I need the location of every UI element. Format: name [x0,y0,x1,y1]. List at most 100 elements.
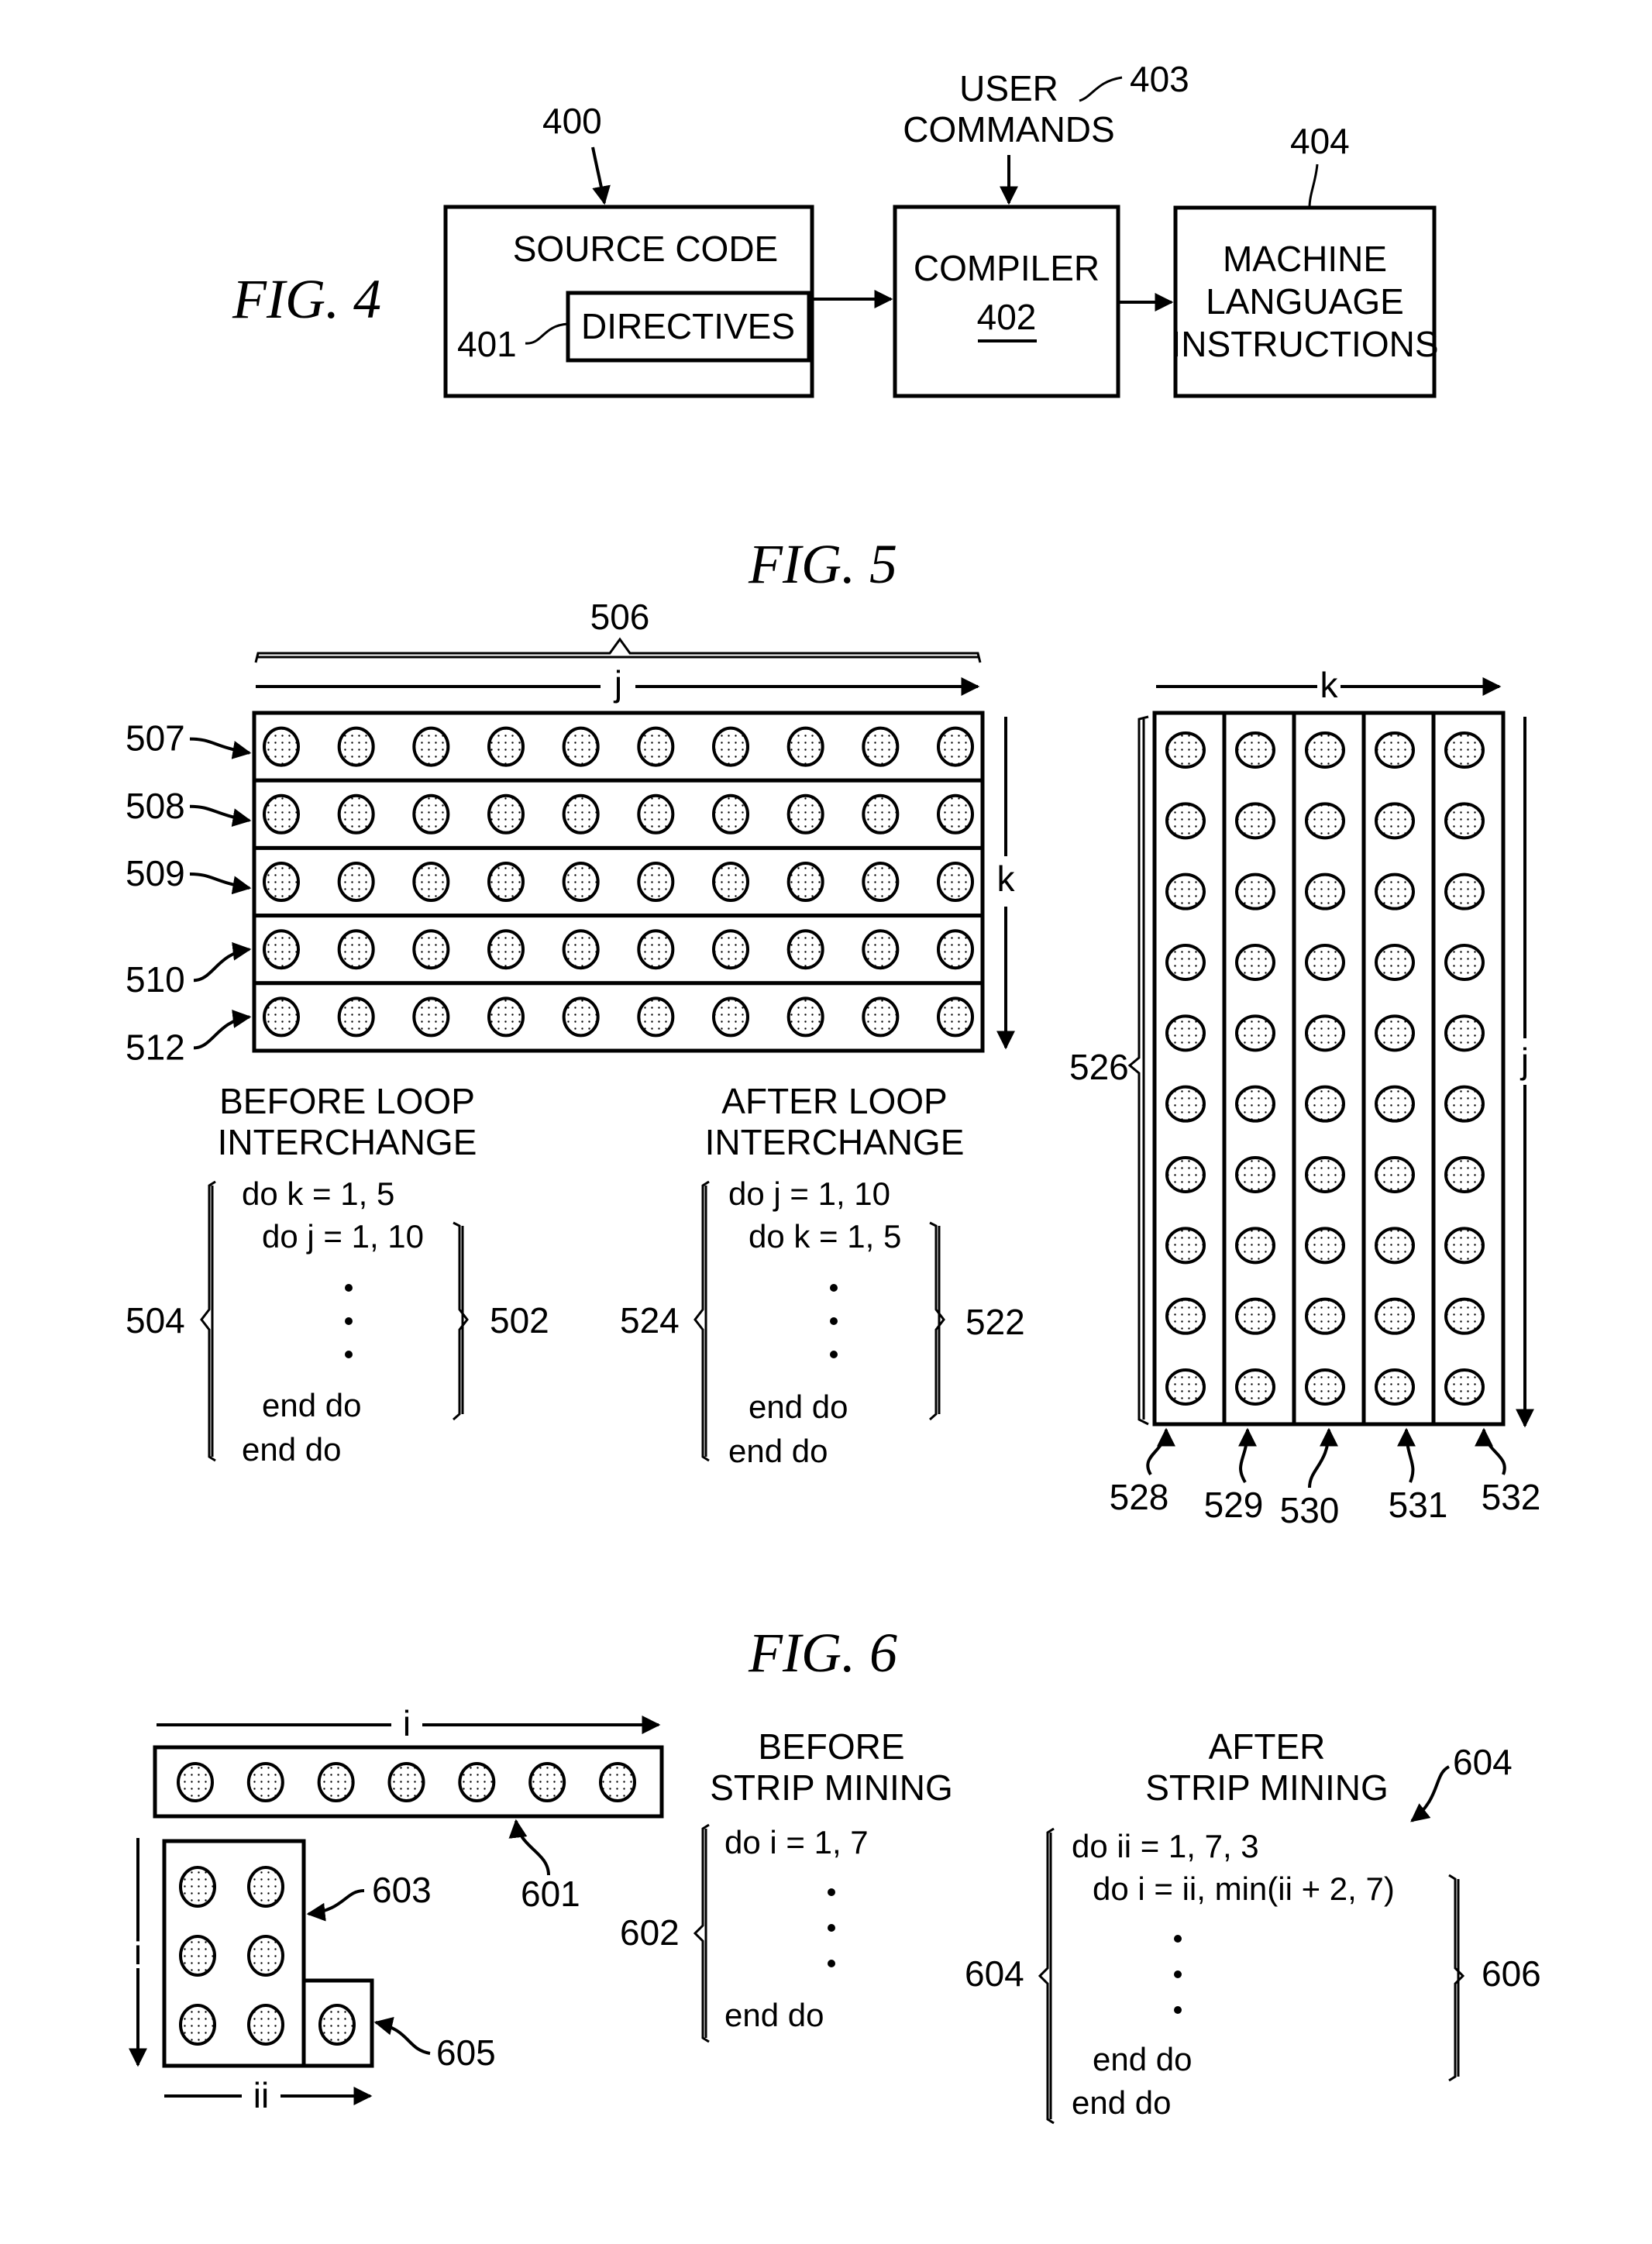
array-element [318,2004,356,2046]
array-element [1305,1085,1345,1123]
array-element [247,1866,284,1908]
column-ref-leader [1237,1427,1257,1484]
array-element [487,929,525,970]
ref-402: 402 [977,297,1037,337]
ref-606: 606 [1482,1953,1541,1994]
row-ref-label: 510 [126,959,185,1000]
after-strip-heading-1: AFTER [1209,1726,1326,1767]
array-element [458,1762,496,1802]
array-element [177,1762,214,1802]
array-element [562,929,600,970]
array-element [786,996,824,1038]
ellipsis-dot [828,1960,835,1967]
leader-603 [306,1889,365,1922]
row-ref-label: 508 [126,786,185,826]
after-strip-line-1: do ii = 1, 7, 3 [1072,1828,1259,1864]
array-element [1375,1297,1415,1335]
after-strip-line-3: end do [1093,2041,1192,2077]
ref-403: 403 [1130,59,1189,99]
array-element [562,996,600,1038]
ref-522: 522 [965,1302,1025,1342]
after-strip-line-4: end do [1072,2084,1171,2121]
array-element [1375,1227,1415,1265]
ref-506: 506 [590,597,650,637]
after-loop-line-4: end do [728,1433,828,1469]
fig4-title: FIG. 4 [232,268,381,330]
axis-k-right-label: k [1320,665,1339,705]
array-element [786,929,824,970]
array-element [1375,872,1415,910]
ellipsis-dot [345,1351,353,1358]
fig6-title: FIG. 6 [748,1622,897,1684]
ref-604-pointer: 604 [1453,1742,1513,1782]
machine-line1: MACHINE [1223,239,1387,279]
left-grid [252,711,985,1053]
array-element [179,1866,216,1908]
row-ref-leader [189,804,252,828]
row-ref-leader [189,737,252,759]
array-element [337,726,375,767]
before-strip-heading-2: STRIP MINING [710,1767,953,1808]
array-element [1305,944,1345,981]
after-loop-line-1: do j = 1, 10 [728,1175,890,1212]
after-strip-heading-2: STRIP MINING [1145,1767,1389,1808]
array-element [1444,1014,1485,1052]
array-element [1235,731,1275,769]
row-ref-leader [193,941,252,983]
array-element [412,726,450,767]
source-code-label: SOURCE CODE [513,229,778,269]
array-element [862,862,900,902]
after-loop-line-3: end do [749,1389,848,1425]
array-element [562,862,600,902]
array-element [712,996,749,1038]
before-loop-heading-1: BEFORE LOOP [219,1081,475,1121]
array-element [337,996,375,1038]
array-element [263,862,300,902]
array-element [412,996,450,1038]
array-element [937,726,974,767]
array-element [1305,1368,1345,1406]
figure-5: FIG. 5 506 j k 507 508 509 510 512 k j 526 5… [126,533,1540,1530]
before-strip-line-1: do i = 1, 7 [724,1824,869,1860]
after-loop-line-2: do k = 1, 5 [749,1218,901,1255]
array-element [412,929,450,970]
right-grid-col-refs: 528 529 530 531 532 [1110,1427,1540,1530]
fig5-title: FIG. 5 [748,533,897,595]
row-ref-label: 507 [126,718,185,759]
array-element [1375,731,1415,769]
ref-400: 400 [542,101,602,141]
array-element [412,862,450,902]
array-element [337,929,375,970]
ellipsis-dot [345,1317,353,1325]
array-element [862,929,900,970]
array-element [1305,872,1345,910]
ref-401: 401 [457,324,517,364]
array-element [1235,944,1275,981]
ref-526: 526 [1069,1047,1129,1087]
array-element [1165,944,1206,981]
column-ref-leader [1308,1427,1338,1489]
array-element [1444,1297,1485,1335]
machine-line2: LANGUAGE [1206,281,1404,322]
array-element [937,862,974,902]
block-cells [179,1866,356,2046]
array-element [786,726,824,767]
leader-403 [1079,76,1123,102]
array-element [1444,802,1485,840]
array-element [1165,1014,1206,1052]
array-element [1235,1368,1275,1406]
array-element [637,862,675,902]
directives-label: DIRECTIVES [581,306,795,346]
array-element [562,793,600,835]
before-strip-line-2: end do [724,1997,824,2033]
array-element [1165,1297,1206,1335]
column-ref-label: 529 [1204,1485,1264,1525]
array-element [263,793,300,835]
patent-drawing-sheet: FIG. 4 400 SOURCE CODE DIRECTIVES 401 US… [126,59,1541,2125]
ellipsis-dot [830,1351,838,1358]
array-element [1444,872,1485,910]
array-element [263,929,300,970]
compiler-label: COMPILER [914,248,1100,288]
machine-line3: INSTRUCTIONS [1172,324,1439,364]
axis-i-label: i [403,1703,411,1743]
